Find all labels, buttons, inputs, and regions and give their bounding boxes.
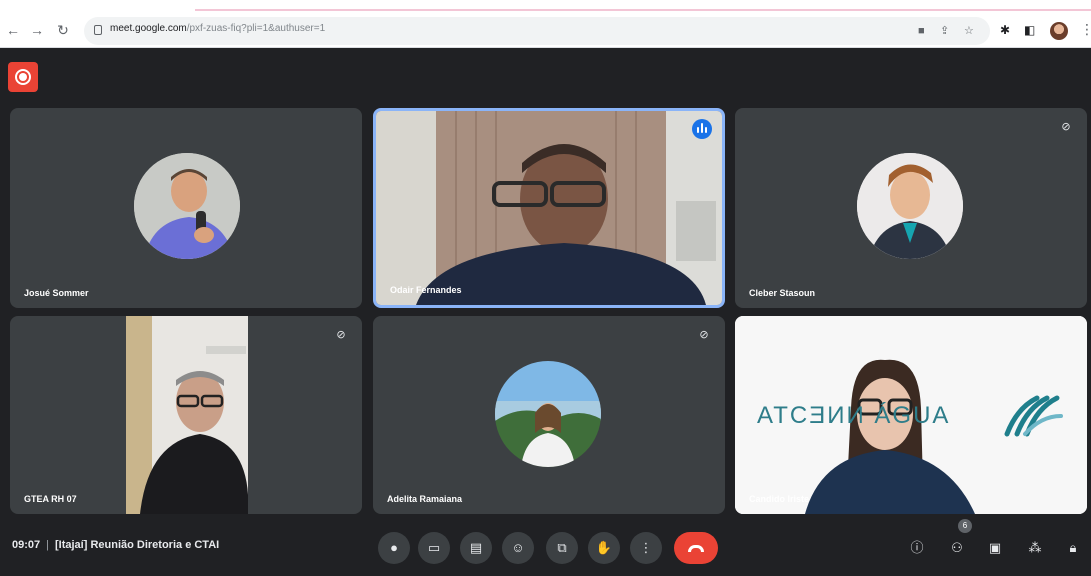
recording-indicator[interactable] <box>8 62 38 92</box>
participant-avatar <box>857 153 963 259</box>
browser-menu-icon[interactable]: ⋮ <box>1080 21 1091 38</box>
avatar-photo <box>134 153 240 259</box>
participant-name: Cleber Stasoun <box>749 288 816 298</box>
profile-avatar[interactable] <box>1050 22 1068 40</box>
meeting-controls-bar: 09:07 | [Itajaí] Reunião Diretoria e CTAI … <box>0 522 1091 576</box>
leave-call-button[interactable] <box>674 532 718 564</box>
address-bar[interactable]: meet.google.com/pxf-zuas-fiq?pli=1&authu… <box>84 17 990 45</box>
mic-off-icon: ⊘ <box>336 329 346 341</box>
more-options-icon: ⋮ <box>639 540 653 555</box>
participant-name: Adelita Ramaiana <box>387 494 463 504</box>
participant-avatar <box>495 361 601 467</box>
participant-video <box>376 111 722 305</box>
reload-icon[interactable]: ↻ <box>54 20 72 40</box>
record-dot-icon <box>19 73 27 81</box>
participant-name: GTEA RH 07 <box>24 494 77 504</box>
browser-chrome: ← → ↻ meet.google.com/pxf-zuas-fiq?pli=1… <box>0 0 1091 48</box>
participant-avatar <box>134 153 240 259</box>
chat-icon[interactable]: ▣ <box>986 539 1004 557</box>
more-options-button[interactable]: ⋮ <box>630 532 662 564</box>
hangup-icon <box>688 545 704 552</box>
url-text[interactable]: meet.google.com/pxf-zuas-fiq?pli=1&authu… <box>110 23 325 34</box>
back-icon[interactable]: ← <box>4 20 22 40</box>
participant-name: Odair Fernandes <box>390 285 462 295</box>
participant-video <box>126 316 248 514</box>
meeting-time: 09:07 <box>12 539 41 551</box>
participant-tile[interactable]: ⊘ Adelita Ramaiana <box>373 316 725 514</box>
raise-hand-button[interactable]: ✋ <box>588 532 620 564</box>
participant-tile-active-speaker[interactable]: Odair Fernandes <box>373 108 725 308</box>
avatar-photo <box>857 153 963 259</box>
participant-tile[interactable]: Josué Sommer <box>10 108 362 308</box>
activities-icon[interactable]: ⁂ <box>1026 539 1044 557</box>
participant-name: Josué Sommer <box>24 288 89 298</box>
mic-off-icon: ⊘ <box>1061 121 1071 133</box>
url-path: /pxf-zuas-fiq?pli=1&authuser=1 <box>186 23 326 34</box>
company-logo-text: ATCƎИИ ÁGUA <box>757 402 951 429</box>
forward-icon[interactable]: → <box>28 20 46 40</box>
mic-button[interactable]: ● <box>378 532 410 564</box>
people-count-badge: 6 <box>958 519 972 533</box>
lock-icon <box>94 25 102 35</box>
avatar-photo <box>495 361 601 467</box>
tab-search-icon[interactable]: ◧ <box>1024 22 1035 38</box>
share-icon[interactable]: ⇪ <box>940 23 949 39</box>
captions-button[interactable]: ▤ <box>460 532 492 564</box>
emoji-button[interactable]: ☺ <box>502 532 534 564</box>
url-host: meet.google.com <box>110 23 187 34</box>
captions-icon: ▤ <box>469 540 483 555</box>
people-icon[interactable]: ⚇ <box>948 539 966 557</box>
present-icon: ⧉ <box>557 540 567 555</box>
mic-off-icon: ⊘ <box>699 329 709 341</box>
participant-tile[interactable]: ⊘ GTEA RH 07 <box>10 316 362 514</box>
camera-in-use-icon[interactable]: ■ <box>918 23 925 39</box>
host-controls-icon[interactable]: 🔒︎ <box>1064 539 1082 557</box>
participant-name: Candido Iriste <box>749 494 810 504</box>
meeting-title: [Itajaí] Reunião Diretoria e CTAI <box>55 539 220 551</box>
extensions-icon[interactable]: ✱ <box>1000 22 1010 38</box>
info-icon[interactable]: ⓘ <box>908 539 926 557</box>
participant-tile[interactable]: ATCƎИИ ÁGUA Candido Iriste <box>735 316 1087 514</box>
speaking-indicator-icon <box>692 119 712 139</box>
loading-bar <box>195 9 1091 11</box>
raise-hand-icon: ✋ <box>595 540 613 555</box>
emoji-icon: ☺ <box>511 540 525 555</box>
mic-icon: ● <box>390 540 398 555</box>
camera-button[interactable]: ▭ <box>418 532 450 564</box>
participant-tile[interactable]: ⊘ Cleber Stasoun <box>735 108 1087 308</box>
camera-icon: ▭ <box>427 540 441 555</box>
bookmark-star-icon[interactable]: ☆ <box>964 23 974 39</box>
meeting-details[interactable]: 09:07 | [Itajaí] Reunião Diretoria e CTAI <box>12 539 219 551</box>
present-button[interactable]: ⧉ <box>546 532 578 564</box>
meeting-separator: | <box>46 539 49 551</box>
